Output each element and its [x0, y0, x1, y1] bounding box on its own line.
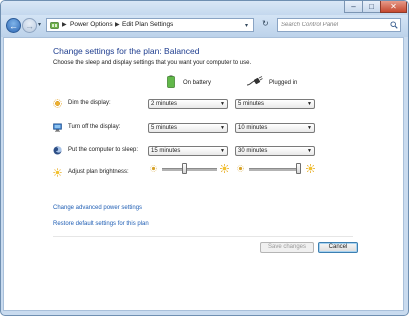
- chevron-down-icon: ▼: [220, 148, 225, 154]
- on-battery-header: On battery: [183, 80, 212, 86]
- slider-track: [162, 168, 217, 171]
- chevron-down-icon: ▼: [220, 125, 225, 131]
- dim-display-label: Dim the display:: [68, 100, 111, 106]
- bright-sun-icon: [220, 164, 229, 173]
- sleep-battery-select[interactable]: 15 minutes ▼: [148, 146, 228, 156]
- dim-display-icon: [53, 99, 62, 108]
- sleep-plugged-value: 30 minutes: [238, 148, 268, 154]
- search-box[interactable]: [277, 18, 401, 32]
- breadcrumb-separator[interactable]: ▶: [115, 21, 120, 28]
- chevron-down-icon: ▼: [220, 101, 225, 107]
- sleep-battery-value: 15 minutes: [151, 148, 181, 154]
- chevron-down-icon: ▼: [307, 148, 312, 154]
- turn-off-display-plugged-value: 10 minutes: [238, 125, 268, 131]
- slider-track: [249, 168, 301, 171]
- battery-icon: [167, 75, 175, 88]
- breadcrumb-separator: ▶: [62, 22, 67, 28]
- advanced-power-settings-link[interactable]: Change advanced power settings: [53, 205, 142, 211]
- back-button[interactable]: ←: [6, 18, 21, 33]
- dim-sun-icon: [150, 165, 157, 172]
- search-input[interactable]: [281, 20, 385, 30]
- chevron-down-icon: ▼: [307, 101, 312, 107]
- brightness-icon: [53, 168, 62, 177]
- page-subtitle: Choose the sleep and display settings th…: [53, 60, 252, 66]
- plug-icon: [246, 76, 263, 86]
- turn-off-display-label: Turn off the display:: [68, 124, 121, 130]
- chevron-down-icon: ▼: [307, 125, 312, 131]
- minimize-button[interactable]: –: [344, 1, 363, 13]
- control-panel-icon: [50, 22, 59, 29]
- address-dropdown-icon[interactable]: ▾: [245, 22, 248, 29]
- forward-button[interactable]: →: [22, 18, 37, 33]
- dim-display-plugged-value: 5 minutes: [238, 101, 265, 107]
- slider-thumb[interactable]: [296, 163, 301, 174]
- page-title: Change settings for the plan: Balanced: [53, 46, 200, 56]
- window-frame: – □ ✕ ← → ▾ ▶ Power Options ▶ Edit Plan …: [0, 0, 409, 316]
- search-icon[interactable]: [390, 21, 398, 29]
- turn-off-display-plugged-select[interactable]: 10 minutes ▼: [235, 123, 315, 133]
- dim-display-plugged-select[interactable]: 5 minutes ▼: [235, 99, 315, 109]
- address-bar[interactable]: ▶ Power Options ▶ Edit Plan Settings ▾: [46, 18, 254, 32]
- brightness-label: Adjust plan brightness:: [68, 169, 129, 175]
- history-dropdown-icon[interactable]: ▾: [38, 21, 41, 28]
- breadcrumb-edit-plan-settings[interactable]: Edit Plan Settings: [122, 21, 173, 28]
- restore-defaults-link[interactable]: Restore default settings for this plan: [53, 221, 149, 227]
- divider: [53, 236, 353, 237]
- save-changes-button[interactable]: Save changes: [260, 242, 314, 253]
- sleep-icon: [53, 146, 62, 155]
- cancel-button[interactable]: Cancel: [318, 242, 358, 253]
- display-icon: [53, 123, 62, 132]
- refresh-icon[interactable]: ↻: [262, 19, 269, 28]
- turn-off-display-battery-select[interactable]: 5 minutes ▼: [148, 123, 228, 133]
- plugged-in-header: Plugged in: [269, 80, 298, 86]
- maximize-button[interactable]: □: [362, 1, 381, 13]
- close-button[interactable]: ✕: [380, 1, 407, 13]
- bright-sun-icon: [306, 164, 315, 173]
- slider-thumb[interactable]: [182, 163, 187, 174]
- breadcrumb-power-options[interactable]: Power Options: [70, 21, 113, 28]
- turn-off-display-battery-value: 5 minutes: [151, 125, 178, 131]
- title-bar: – □ ✕: [1, 1, 408, 15]
- navigation-bar: ← → ▾ ▶ Power Options ▶ Edit Plan Settin…: [1, 15, 408, 37]
- brightness-battery-slider[interactable]: [162, 163, 217, 175]
- sleep-label: Put the computer to sleep:: [68, 147, 139, 153]
- brightness-plugged-slider[interactable]: [249, 163, 301, 175]
- dim-sun-icon: [237, 165, 244, 172]
- main-content: Change settings for the plan: Balanced C…: [3, 37, 404, 311]
- sleep-plugged-select[interactable]: 30 minutes ▼: [235, 146, 315, 156]
- dim-display-battery-select[interactable]: 2 minutes ▼: [148, 99, 228, 109]
- dim-display-battery-value: 2 minutes: [151, 101, 178, 107]
